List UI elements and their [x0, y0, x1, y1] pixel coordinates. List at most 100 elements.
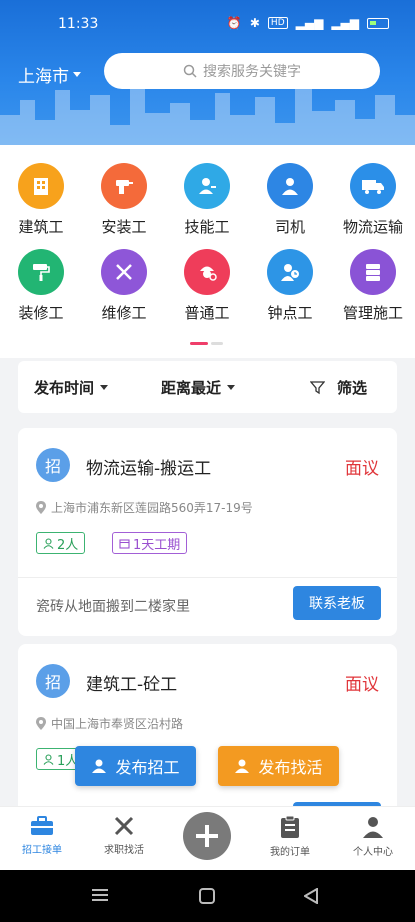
category-label: 装修工	[18, 304, 64, 322]
hd-icon: HD	[267, 17, 288, 29]
page-indicator	[190, 342, 223, 345]
category-building[interactable]: 建筑工	[6, 163, 76, 237]
helmet-worker-icon	[184, 249, 230, 295]
page-dot	[211, 342, 223, 345]
chevron-down-icon	[73, 72, 81, 77]
nav-label: 招工接单	[22, 845, 62, 856]
drill-icon	[101, 163, 147, 209]
divider	[18, 577, 397, 578]
nav-recruit[interactable]: 招工接单	[7, 815, 77, 856]
clipboard-icon	[281, 815, 299, 838]
driver-icon	[267, 163, 313, 209]
person-icon	[43, 537, 54, 549]
status-time: 11:33	[58, 16, 99, 32]
category-label: 建筑工	[18, 218, 64, 236]
person-icon	[43, 753, 54, 765]
filter-distance[interactable]: 距离最近	[161, 377, 236, 398]
paint-roller-icon	[18, 249, 64, 295]
battery-icon	[367, 17, 389, 29]
briefcase-icon	[31, 816, 53, 835]
city-selector[interactable]: 上海市	[18, 62, 81, 87]
category-label: 安装工	[101, 218, 147, 236]
system-navigation-bar	[0, 870, 415, 922]
job-address: 上海市浦东新区莲园路560弄17-19号	[36, 499, 253, 516]
filter-publish-time[interactable]: 发布时间	[34, 377, 109, 398]
job-title: 建筑工-砼工	[86, 675, 178, 695]
nav-label: 求职找活	[104, 845, 144, 856]
filter-label: 筛选	[337, 378, 368, 397]
category-panel: 建筑工 安装工 技能工 司机 物流运输 装修工 维修工 普通工 钟点工 管理施工	[0, 145, 415, 358]
job-card[interactable]: 招 物流运输-搬运工 面议 上海市浦东新区莲园路560弄17-19号 2人 1天…	[18, 428, 397, 636]
truck-icon	[350, 163, 396, 209]
category-general[interactable]: 普通工	[172, 249, 242, 323]
bottom-nav: 招工接单 求职找活 我的订单 个人中心	[0, 806, 415, 870]
tools-icon	[114, 816, 134, 836]
signal-icon: ▂▄▆	[295, 16, 324, 30]
job-description: 瓷砖从地面搬到二楼家里	[36, 599, 190, 615]
filter-label: 发布时间	[34, 378, 95, 397]
recruit-badge: 招	[36, 448, 70, 482]
category-repair[interactable]: 维修工	[89, 249, 159, 323]
nav-profile[interactable]: 个人中心	[338, 815, 408, 858]
location-pin-icon	[36, 717, 46, 730]
search-icon	[183, 64, 197, 78]
category-label: 物流运输	[342, 218, 403, 236]
job-card[interactable]: 招 建筑工-砼工 面议 中国上海市奉贤区沿村路 1人	[18, 644, 397, 814]
home-icon[interactable]	[199, 888, 215, 904]
category-logistics[interactable]: 物流运输	[338, 163, 408, 237]
search-input[interactable]: 搜索服务关键字	[104, 53, 380, 89]
person-icon	[235, 759, 250, 773]
recruit-badge: 招	[36, 664, 70, 698]
city-name: 上海市	[18, 67, 69, 87]
nav-label: 个人中心	[353, 847, 393, 858]
category-installer[interactable]: 安装工	[89, 163, 159, 237]
filter-label: 距离最近	[161, 378, 222, 397]
nav-my-orders[interactable]: 我的订单	[255, 815, 325, 858]
tools-icon	[101, 249, 147, 295]
header-banner: 11:33 ⏰ ✱ HD ▂▄▆ ▂▄▆ 上海市 搜索服务关键字	[0, 0, 415, 145]
category-label: 技能工	[184, 218, 230, 236]
publish-plus-button[interactable]	[183, 812, 231, 860]
location-pin-icon	[36, 501, 46, 514]
worker-icon	[184, 163, 230, 209]
chevron-down-icon	[227, 384, 236, 390]
chevron-down-icon	[100, 384, 109, 390]
filter-bar: 发布时间 距离最近 筛选	[18, 361, 397, 413]
contact-boss-button[interactable]: 联系老板	[293, 586, 381, 620]
category-label: 管理施工	[342, 304, 403, 322]
address-text: 中国上海市奉贤区沿村路	[51, 717, 184, 731]
search-placeholder: 搜索服务关键字	[203, 64, 301, 80]
category-driver[interactable]: 司机	[255, 163, 325, 237]
category-skilled[interactable]: 技能工	[172, 163, 242, 237]
nav-find-job[interactable]: 求职找活	[89, 815, 159, 856]
post-job-button[interactable]: 发布招工	[75, 746, 196, 786]
category-label: 普通工	[184, 304, 230, 322]
bluetooth-icon: ✱	[249, 16, 260, 30]
job-salary: 面议	[345, 675, 379, 695]
page-dot-active	[190, 342, 208, 345]
job-address: 中国上海市奉贤区沿村路	[36, 715, 183, 732]
people-count: 2人	[57, 537, 79, 553]
alarm-icon: ⏰	[226, 16, 242, 30]
find-job-label: 发布找活	[258, 758, 323, 777]
status-icons: ⏰ ✱ HD ▂▄▆ ▂▄▆	[227, 16, 389, 30]
funnel-icon	[310, 380, 325, 394]
job-title: 物流运输-搬运工	[86, 459, 212, 479]
category-management[interactable]: 管理施工	[338, 249, 408, 323]
category-hourly[interactable]: 钟点工	[255, 249, 325, 323]
nav-label: 我的订单	[270, 847, 310, 858]
cabinet-icon	[350, 249, 396, 295]
clock-worker-icon	[267, 249, 313, 295]
person-icon	[363, 817, 383, 838]
person-icon	[92, 759, 107, 773]
duration-tag: 1天工期	[112, 532, 188, 554]
find-job-button[interactable]: 发布找活	[218, 746, 339, 786]
category-decoration[interactable]: 装修工	[6, 249, 76, 323]
filter-button[interactable]: 筛选	[310, 377, 367, 398]
menu-icon[interactable]	[92, 888, 108, 902]
post-job-label: 发布招工	[115, 758, 180, 777]
back-icon[interactable]	[304, 888, 318, 904]
plus-icon	[196, 825, 218, 847]
category-label: 维修工	[101, 304, 147, 322]
building-icon	[18, 163, 64, 209]
